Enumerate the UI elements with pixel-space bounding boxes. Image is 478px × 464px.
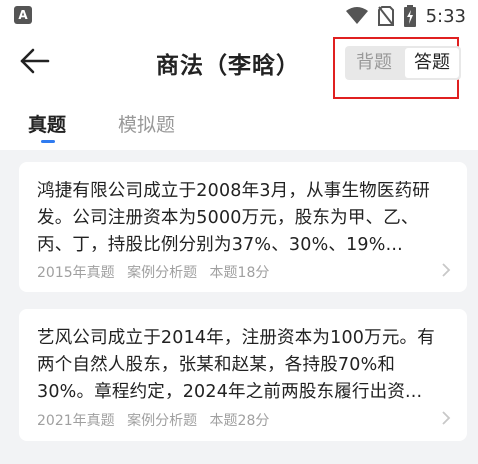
chevron-right-icon [442, 263, 451, 277]
app-badge-icon: A [14, 6, 32, 24]
mode-option-recite[interactable]: 背题 [347, 48, 401, 78]
header: 商法（李晗） 背题 答题 [0, 32, 478, 99]
question-type: 案例分析题 [127, 413, 198, 429]
no-sim-icon [377, 6, 394, 26]
question-card[interactable]: 鸿捷有限公司成立于2008年3月，从事生物医药研发。公司注册资本为5000万元，… [19, 162, 467, 292]
question-text: 艺风公司成立于2014年，注册资本为100万元。有两个自然人股东，张某和赵某，各… [37, 328, 435, 402]
tab-bar: 真题 模拟题 [0, 104, 478, 148]
tab-indicator [41, 140, 55, 143]
question-card[interactable]: 艺风公司成立于2014年，注册资本为100万元。有两个自然人股东，张某和赵某，各… [19, 309, 467, 441]
question-type: 案例分析题 [127, 265, 198, 281]
question-meta: 2015年真题 案例分析题 本题18分 [37, 262, 277, 282]
wifi-icon [345, 7, 368, 24]
question-score: 本题28分 [209, 413, 270, 429]
tab-mock-exam[interactable]: 模拟题 [118, 110, 175, 137]
question-text: 鸿捷有限公司成立于2008年3月，从事生物医药研发。公司注册资本为5000万元，… [37, 181, 430, 255]
question-score: 本题18分 [209, 265, 270, 281]
status-bar: A 5:33 [0, 0, 478, 32]
mode-option-answer[interactable]: 答题 [405, 48, 459, 78]
question-year: 2021年真题 [37, 413, 115, 429]
chevron-right-icon [442, 411, 451, 425]
battery-charging-icon [403, 5, 416, 27]
question-year: 2015年真题 [37, 265, 115, 281]
mode-toggle: 背题 答题 [345, 46, 461, 80]
question-meta: 2021年真题 案例分析题 本题28分 [37, 410, 277, 430]
status-time: 5:33 [425, 5, 466, 27]
tab-real-exam[interactable]: 真题 [28, 110, 66, 137]
